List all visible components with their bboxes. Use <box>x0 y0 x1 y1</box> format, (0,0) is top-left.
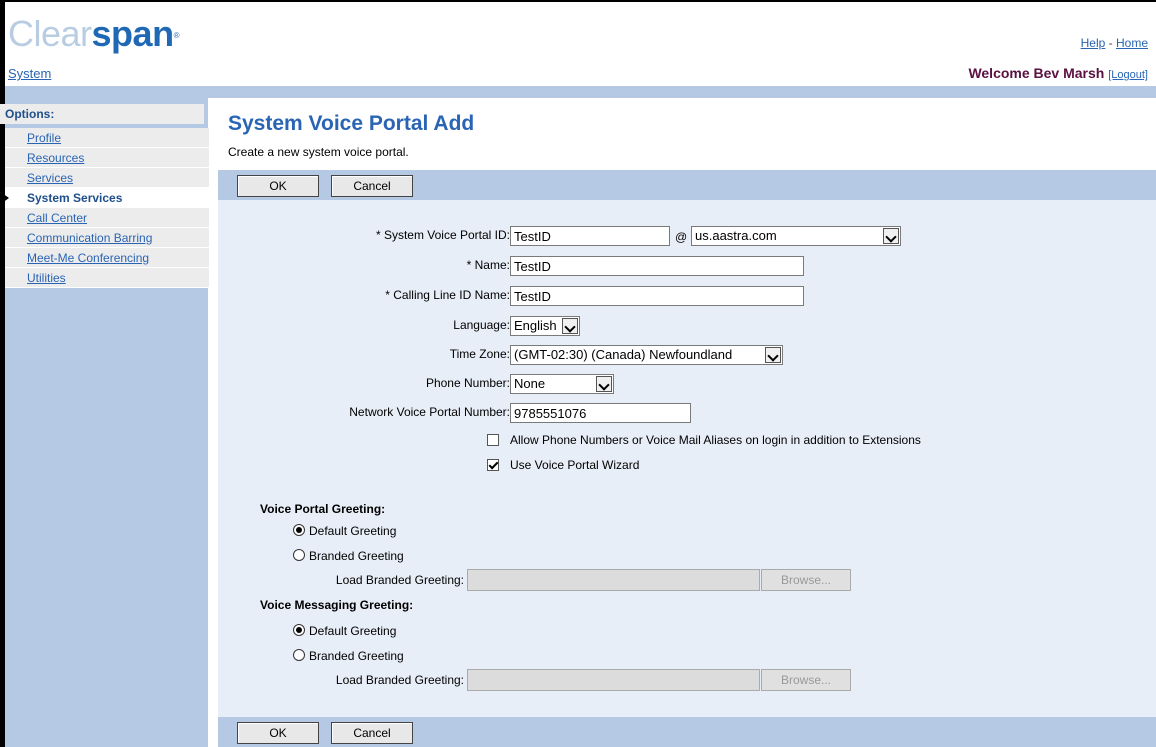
header-divider-bar <box>5 86 1156 98</box>
clid-input[interactable] <box>510 286 804 306</box>
vp-browse-button[interactable]: Browse... <box>761 569 851 591</box>
phone-number-select[interactable]: None <box>510 374 614 394</box>
sidebar-item-resources[interactable]: Resources <box>5 148 209 168</box>
clid-label: * Calling Line ID Name: <box>385 288 510 302</box>
sidebar-item-call-center[interactable]: Call Center <box>5 208 209 228</box>
vm-branded-greeting-label: Branded Greeting <box>309 649 404 663</box>
vp-load-branded-label: Load Branded Greeting: <box>335 573 464 587</box>
main-content: System Voice Portal Add Create a new sys… <box>218 98 1156 747</box>
breadcrumb: System <box>8 66 51 81</box>
vm-default-greeting-radio[interactable] <box>293 624 305 636</box>
network-number-label: Network Voice Portal Number: <box>349 405 510 419</box>
help-link[interactable]: Help <box>1081 36 1106 50</box>
page-description: Create a new system voice portal. <box>228 145 409 159</box>
sidebar-item-profile[interactable]: Profile <box>5 128 209 148</box>
logo-text-bold: span <box>91 13 175 54</box>
logo-text-light: Clear <box>8 13 92 54</box>
vm-load-branded-label: Load Branded Greeting: <box>335 673 464 687</box>
top-links: Help - Home <box>1081 36 1148 50</box>
allow-aliases-checkbox[interactable] <box>487 434 499 446</box>
sidebar-item-label: System Services <box>27 191 123 205</box>
current-page-bullet-icon <box>2 193 9 203</box>
vp-default-greeting-label: Default Greeting <box>309 524 397 538</box>
sidebar-item-services[interactable]: Services <box>5 168 209 188</box>
chevron-down-icon <box>765 347 781 363</box>
allow-aliases-label: Allow Phone Numbers or Voice Mail Aliase… <box>510 433 921 447</box>
vp-default-greeting-radio[interactable] <box>293 524 305 536</box>
clearspan-logo: Clearspan® <box>8 13 180 54</box>
domain-select-value: us.aastra.com <box>695 228 777 243</box>
sidebar-item-utilities[interactable]: Utilities <box>5 268 209 288</box>
top-button-bar: OK Cancel <box>218 170 1156 200</box>
network-number-input[interactable] <box>510 403 691 423</box>
timezone-label: Time Zone: <box>449 347 510 361</box>
vm-browse-button[interactable]: Browse... <box>761 669 851 691</box>
logout-link[interactable]: [Logout] <box>1108 69 1148 81</box>
sidebar-nav: Profile Resources Services System Servic… <box>2 128 209 288</box>
vm-default-greeting-label: Default Greeting <box>309 624 397 638</box>
timezone-select[interactable]: (GMT-02:30) (Canada) Newfoundland <box>510 345 783 365</box>
chevron-down-icon <box>596 376 612 392</box>
cancel-button-top[interactable]: Cancel <box>331 175 413 197</box>
chevron-down-icon <box>562 318 578 334</box>
portal-id-input[interactable] <box>510 226 670 246</box>
breadcrumb-system-link[interactable]: System <box>8 66 51 81</box>
ok-button-top[interactable]: OK <box>237 175 319 197</box>
phone-number-select-value: None <box>514 376 546 391</box>
domain-select[interactable]: us.aastra.com <box>691 226 901 246</box>
voice-portal-greeting-heading: Voice Portal Greeting: <box>260 502 386 516</box>
timezone-select-value: (GMT-02:30) (Canada) Newfoundland <box>514 347 733 362</box>
form-area: * System Voice Portal ID: @ us.aastra.co… <box>218 200 1156 717</box>
bottom-button-bar: OK Cancel <box>218 717 1156 747</box>
vm-branded-greeting-radio[interactable] <box>293 649 305 661</box>
voice-messaging-greeting-heading: Voice Messaging Greeting: <box>260 598 414 612</box>
window-top-border <box>0 0 1156 2</box>
portal-id-label: * System Voice Portal ID: <box>375 228 510 242</box>
page-title: System Voice Portal Add <box>228 112 475 135</box>
home-link[interactable]: Home <box>1116 36 1148 50</box>
sidebar-item-meet-me-conferencing[interactable]: Meet-Me Conferencing <box>5 248 209 268</box>
vp-branded-greeting-label: Branded Greeting <box>309 549 404 563</box>
voice-portal-wizard-checkbox[interactable] <box>487 459 499 471</box>
sidebar-heading: Options: <box>0 104 204 124</box>
sidebar-item-communication-barring[interactable]: Communication Barring <box>5 228 209 248</box>
welcome-text: Welcome Bev Marsh <box>968 65 1105 81</box>
welcome-area: Welcome Bev Marsh [Logout] <box>968 65 1148 81</box>
ok-button-bottom[interactable]: OK <box>237 722 319 744</box>
phone-number-label: Phone Number: <box>425 376 510 390</box>
logo-registered-mark: ® <box>173 31 180 40</box>
name-label: * Name: <box>466 258 510 272</box>
language-label: Language: <box>453 318 510 332</box>
at-sign: @ <box>675 230 688 244</box>
vm-branded-file-input[interactable] <box>467 669 760 691</box>
vp-branded-greeting-radio[interactable] <box>293 549 305 561</box>
chevron-down-icon <box>883 228 899 244</box>
link-separator: - <box>1108 36 1113 50</box>
vp-branded-file-input[interactable] <box>467 569 760 591</box>
sidebar-item-system-services[interactable]: System Services <box>2 188 209 208</box>
voice-portal-wizard-label: Use Voice Portal Wizard <box>510 458 640 472</box>
name-input[interactable] <box>510 256 804 276</box>
cancel-button-bottom[interactable]: Cancel <box>331 722 413 744</box>
language-select[interactable]: English <box>510 316 580 336</box>
language-select-value: English <box>514 318 557 333</box>
